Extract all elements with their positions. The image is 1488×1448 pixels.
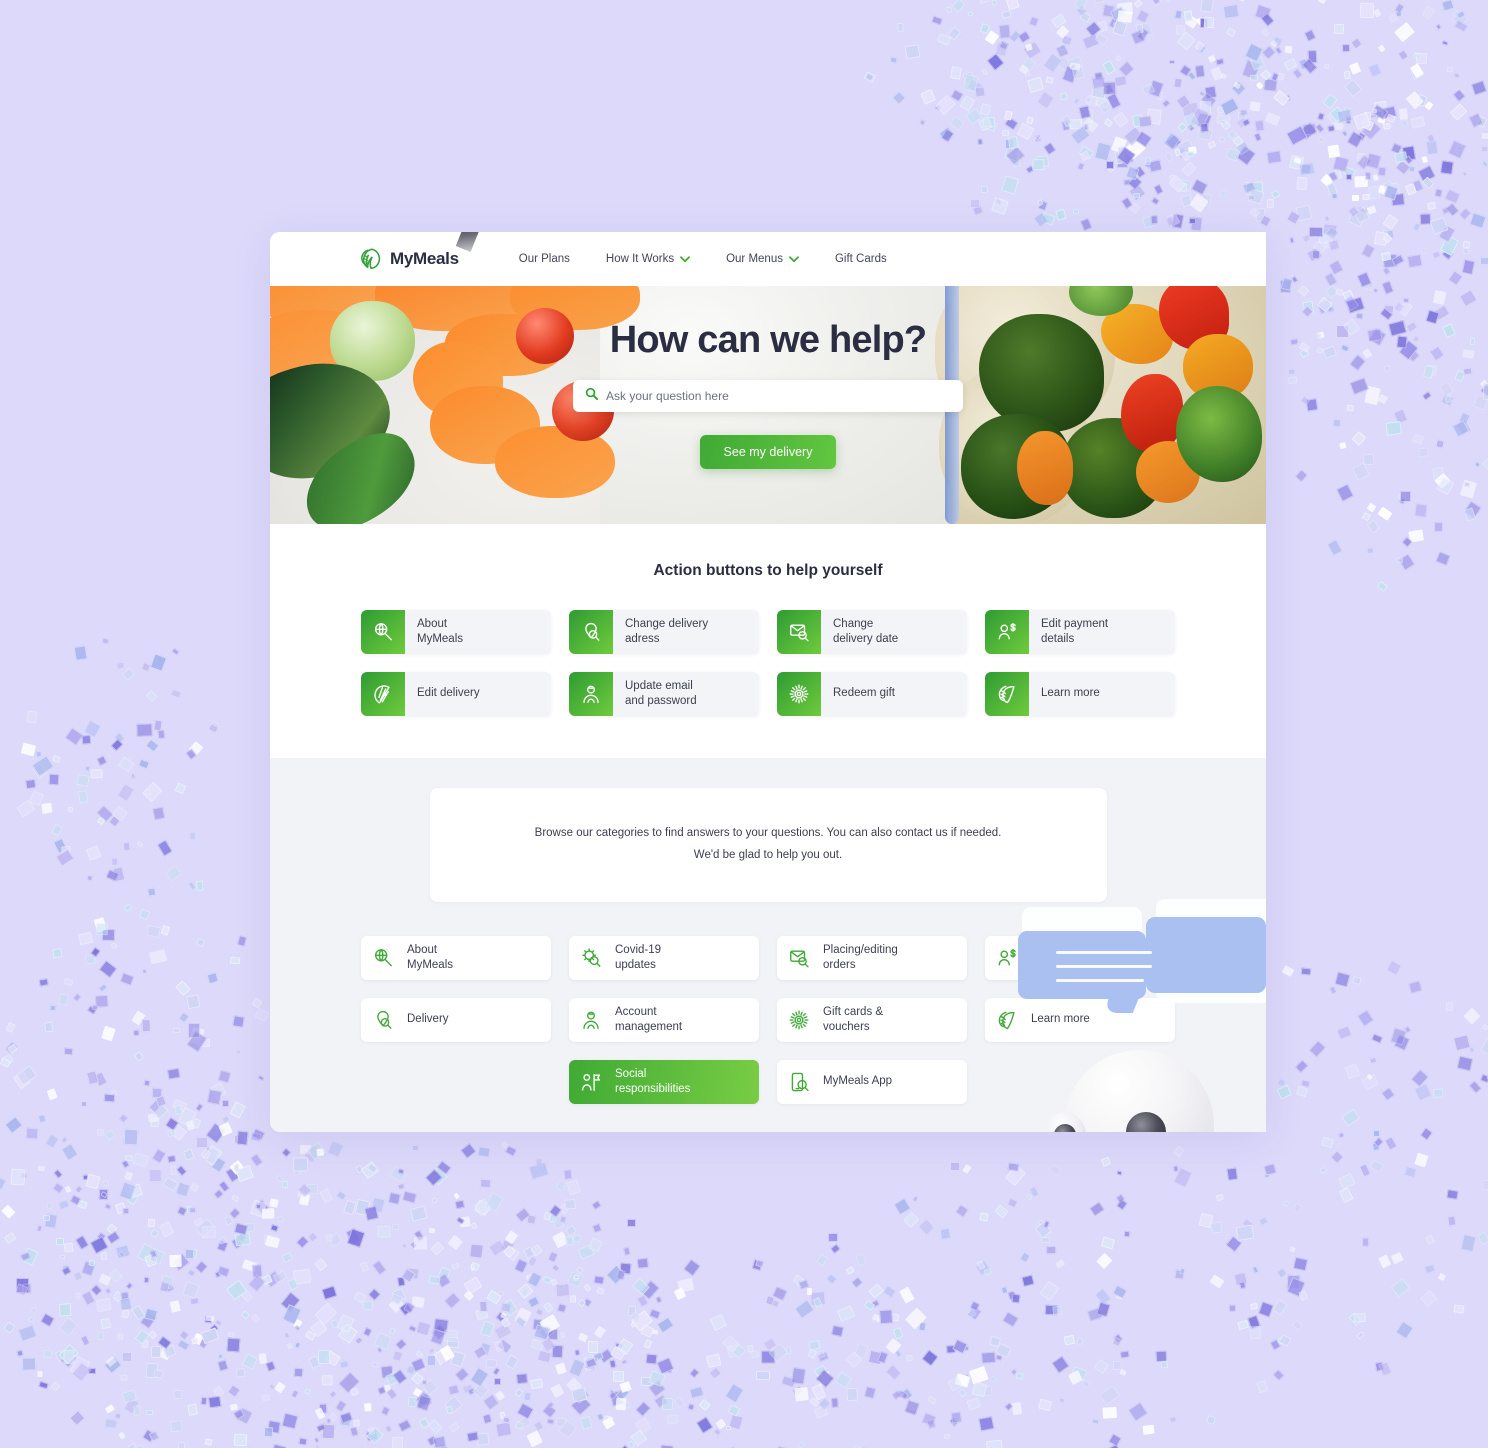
nav-item-label: Our Menus bbox=[726, 253, 783, 265]
action-buttons-grid: About MyMeals Change delivery adress Chang… bbox=[270, 610, 1266, 716]
action-tile[interactable]: Redeem gift bbox=[777, 672, 967, 716]
category-tile[interactable]: Account management bbox=[569, 997, 759, 1042]
info-card: Browse our categories to find answers to… bbox=[429, 788, 1107, 902]
envelope-search-icon bbox=[777, 610, 821, 654]
category-tile[interactable]: Gift cards & vouchers bbox=[777, 997, 967, 1042]
category-tile[interactable]: About MyMeals bbox=[361, 935, 551, 980]
person-account-icon bbox=[569, 1009, 613, 1031]
person-dollar-icon bbox=[985, 610, 1029, 654]
hero-content: How can we help? See my delivery bbox=[270, 286, 1266, 524]
category-tile[interactable]: Social responsibilities bbox=[569, 1059, 759, 1104]
gift-flower-icon bbox=[777, 1009, 821, 1031]
action-buttons-section: Action buttons to help yourself About My… bbox=[270, 524, 1266, 758]
nav-item-our-plans[interactable]: Our Plans bbox=[501, 253, 588, 265]
envelope-search-icon bbox=[777, 947, 821, 969]
category-tile-label: About MyMeals bbox=[407, 943, 454, 971]
leaf-icon bbox=[358, 247, 383, 272]
logo-text: MyMeals bbox=[390, 249, 459, 268]
category-tile-label: MyMeals App bbox=[823, 1075, 893, 1088]
person-account-icon bbox=[569, 672, 613, 716]
site-logo[interactable]: MyMeals bbox=[358, 247, 459, 272]
info-card-line-1: Browse our categories to find answers to… bbox=[534, 827, 1002, 839]
gift-flower-icon bbox=[777, 672, 821, 716]
category-tile-label: Covid-19 updates bbox=[615, 943, 662, 971]
magnifier-globe-icon bbox=[361, 610, 405, 654]
nav-links: Our Plans How It Works Our Menus Gift Ca… bbox=[501, 253, 905, 265]
hero-title: How can we help? bbox=[609, 319, 927, 361]
search-input[interactable] bbox=[606, 389, 951, 403]
nav-item-our-menus[interactable]: Our Menus bbox=[708, 253, 817, 265]
website-page-card: MyMeals Our Plans How It Works Our Menus… bbox=[270, 232, 1266, 1132]
action-tile-label: Redeem gift bbox=[833, 687, 896, 700]
category-tile-label: Account management bbox=[615, 1005, 683, 1033]
category-tile-label: Social responsibilities bbox=[615, 1067, 691, 1095]
action-tile[interactable]: Edit payment details bbox=[985, 610, 1175, 654]
category-tile-label: Gift cards & vouchers bbox=[823, 1005, 884, 1033]
action-tile-label: Edit payment details bbox=[1041, 617, 1109, 645]
phone-search-icon bbox=[777, 1071, 821, 1093]
hero-banner: How can we help? See my delivery bbox=[270, 286, 1266, 524]
action-tile[interactable]: Change delivery adress bbox=[569, 610, 759, 654]
lemon-slice-icon bbox=[361, 672, 405, 716]
category-tile-label: Delivery bbox=[407, 1013, 449, 1026]
action-tile[interactable]: Edit delivery bbox=[361, 672, 551, 716]
search-icon bbox=[585, 387, 598, 405]
category-tile[interactable]: Covid-19 updates bbox=[569, 935, 759, 980]
person-dollar-icon bbox=[985, 947, 1029, 969]
category-buttons-grid: About MyMeals Covid-19 updates Placing/edi… bbox=[270, 935, 1266, 1104]
magnifier-globe-icon bbox=[361, 947, 405, 969]
action-tile-label: Learn more bbox=[1041, 687, 1100, 700]
site-navbar: MyMeals Our Plans How It Works Our Menus… bbox=[270, 232, 1266, 286]
leaf-icon bbox=[985, 1009, 1029, 1031]
virus-search-icon bbox=[569, 947, 613, 969]
action-tile-label: About MyMeals bbox=[417, 617, 464, 645]
info-card-line-2: We'd be glad to help you out. bbox=[693, 848, 843, 861]
category-tile[interactable]: Delivery bbox=[361, 997, 551, 1042]
category-tile[interactable]: Learn more bbox=[985, 997, 1175, 1042]
category-tile-label: Payment & billing bbox=[1031, 943, 1088, 971]
action-tile[interactable]: Update email and password bbox=[569, 672, 759, 716]
categories-section: Browse our categories to find answers to… bbox=[270, 758, 1266, 1132]
nav-item-label: How It Works bbox=[605, 253, 675, 265]
nav-item-label: Gift Cards bbox=[834, 253, 887, 265]
location-search-icon bbox=[361, 1009, 405, 1031]
chevron-down-icon bbox=[789, 255, 799, 263]
action-tile-label: Change delivery adress bbox=[625, 617, 709, 645]
action-tile-label: Change delivery date bbox=[833, 617, 899, 645]
action-tile[interactable]: Learn more bbox=[985, 672, 1175, 716]
action-tile[interactable]: Change delivery date bbox=[777, 610, 967, 654]
see-my-delivery-button[interactable]: See my delivery bbox=[699, 435, 837, 469]
stray-cursor-artifact bbox=[455, 232, 481, 253]
action-tile[interactable]: About MyMeals bbox=[361, 610, 551, 654]
nav-item-gift-cards[interactable]: Gift Cards bbox=[817, 253, 905, 265]
section-title: Action buttons to help yourself bbox=[653, 562, 883, 579]
nav-item-how-it-works[interactable]: How It Works bbox=[588, 253, 708, 265]
chevron-down-icon bbox=[680, 255, 690, 263]
person-flag-icon bbox=[569, 1071, 613, 1093]
category-tile-label: Placing/editing orders bbox=[823, 943, 898, 971]
category-tile[interactable]: Payment & billing bbox=[985, 935, 1175, 980]
category-tile-label: Learn more bbox=[1031, 1013, 1090, 1026]
action-tile-label: Edit delivery bbox=[417, 687, 480, 700]
category-tile[interactable]: Placing/editing orders bbox=[777, 935, 967, 980]
nav-item-label: Our Plans bbox=[518, 253, 570, 265]
category-tile[interactable]: MyMeals App bbox=[777, 1059, 967, 1104]
hero-search-box[interactable] bbox=[573, 380, 963, 412]
location-search-icon bbox=[569, 610, 613, 654]
leaf-icon bbox=[985, 672, 1029, 716]
category-tile-placeholder bbox=[361, 1060, 551, 1104]
action-tile-label: Update email and password bbox=[625, 679, 697, 707]
category-tile-placeholder bbox=[985, 1060, 1175, 1104]
